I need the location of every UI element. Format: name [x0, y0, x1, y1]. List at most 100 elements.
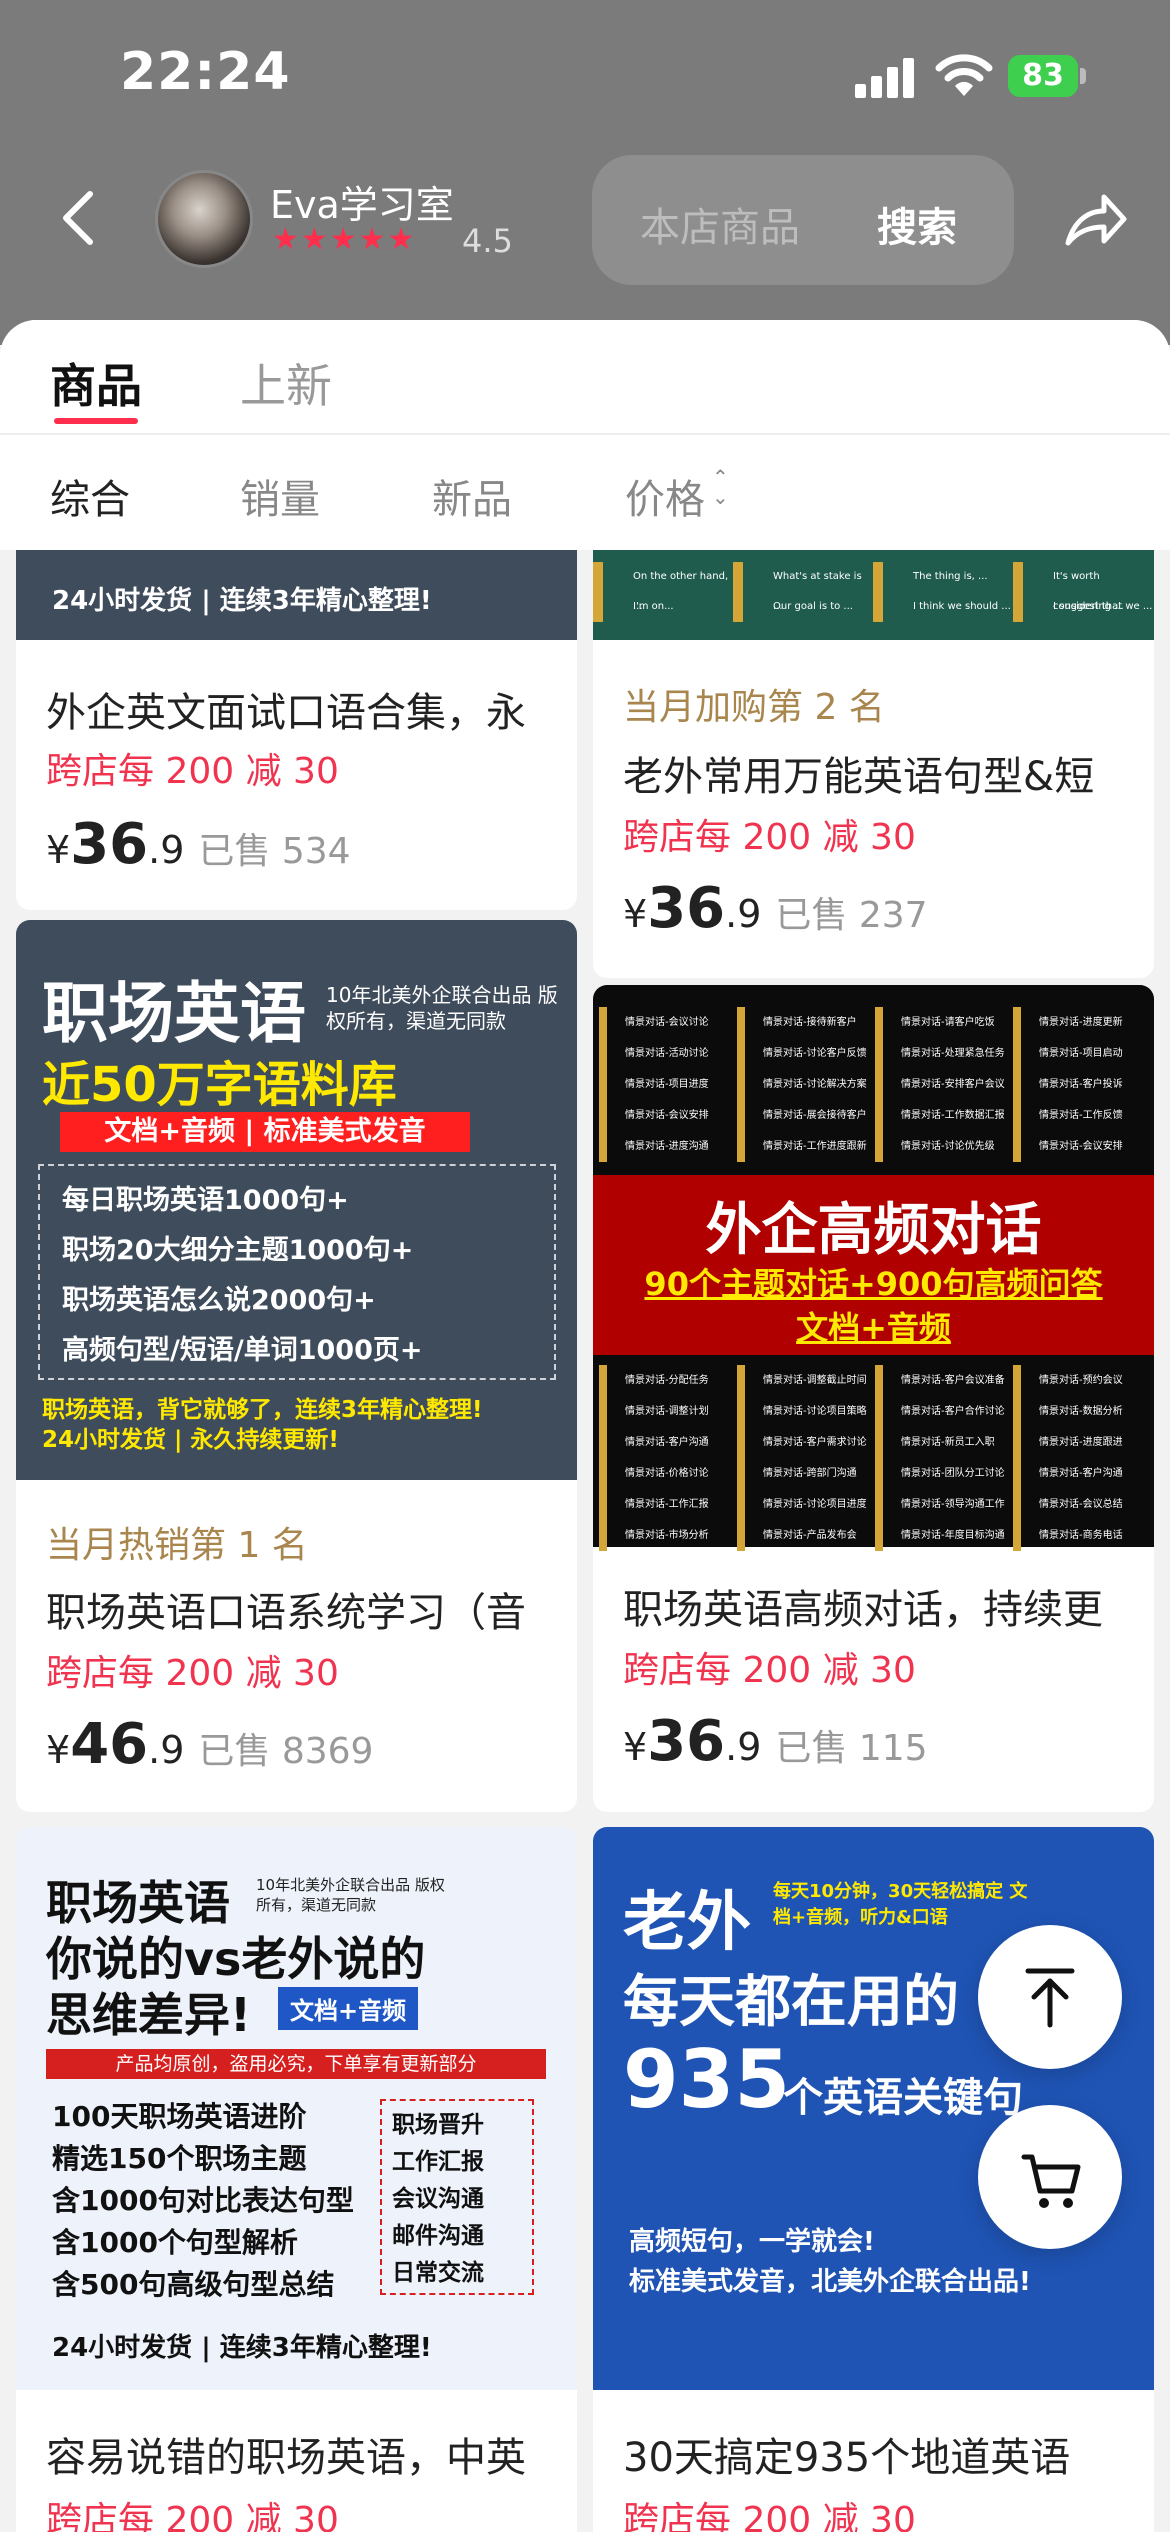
tab-products[interactable]: 商品 — [50, 350, 142, 424]
product-image[interactable]: 职场英语 10年北美外企联合出品 版权所有，渠道无同款 你说的vs老外说的 思维… — [16, 1827, 577, 2390]
sold-count: 已售 534 — [198, 831, 351, 872]
sort-arrows-icon[interactable]: ⌃ ⌄ — [712, 467, 729, 507]
home-indicator — [382, 2512, 787, 2524]
image-line: 100天职场英语进阶 — [52, 2100, 307, 2133]
topic-chip: 情景对话-活动讨论 — [599, 1038, 737, 1069]
topic-chip: 情景对话-客户沟通 — [1013, 1458, 1151, 1489]
image-checklist: 职场晋升 工作汇报 会议沟通 邮件沟通 日常交流 — [380, 2099, 534, 2295]
topic-chip: 情景对话-项目进度 — [599, 1069, 737, 1100]
sort-newest[interactable]: 新品 — [432, 467, 512, 525]
product-card[interactable]: 职场英语 10年北美外企联合出品 版权所有，渠道无同款 你说的vs老外说的 思维… — [16, 1827, 577, 2532]
back-icon[interactable] — [58, 188, 98, 248]
price-int: 36 — [647, 1709, 726, 1774]
promo-text: 跨店每 200 减 30 — [46, 751, 339, 792]
image-feature-box: 每日职场英语1000句+ 职场20大细分主题1000句+ 职场英语怎么说2000… — [38, 1164, 556, 1380]
search-placeholder[interactable]: 本店商品 — [640, 195, 800, 253]
search-box[interactable]: 本店商品 搜索 — [592, 155, 1014, 285]
topic-chip: 情景对话-讨论优先级 — [875, 1131, 1013, 1162]
product-card[interactable]: 情景对话-会议讨论 情景对话-接待新客户 情景对话-请客户吃饭 情景对话-进度更新 情景… — [593, 985, 1154, 1812]
topic-chip: 情景对话-工作汇报 — [599, 1489, 737, 1520]
feature-item: 职场英语怎么说2000句+ — [62, 1285, 376, 1316]
status-time: 22:24 — [120, 42, 291, 102]
product-image[interactable]: 24小时发货 | 连续3年精心整理! — [16, 550, 577, 640]
topic-chip: 情景对话-会议安排 — [599, 1100, 737, 1131]
product-card[interactable]: 职场英语 10年北美外企联合出品 版权所有，渠道无同款 近50万字语料库 文档+… — [16, 920, 577, 1812]
tab-bar: 商品 上新 — [0, 320, 1170, 435]
product-title[interactable]: 职场英语高频对话，持续更 — [623, 1577, 1134, 1635]
topic-chip: 情景对话-会议总结 — [1013, 1489, 1151, 1520]
product-title[interactable]: 职场英语口语系统学习（音 — [46, 1580, 557, 1638]
topic-chip: 情景对话-安排客户会议 — [875, 1069, 1013, 1100]
image-subheading: 90个主题对话+900句高频问答 — [644, 1265, 1103, 1303]
sold-count: 已售 237 — [775, 895, 928, 936]
rank-badge: 当月加购第 2 名 — [623, 687, 885, 728]
feature-item: 职场20大细分主题1000句+ — [62, 1235, 414, 1266]
product-card[interactable]: On the other hand, ... What's at stake i… — [593, 550, 1154, 978]
product-image[interactable]: On the other hand, ... What's at stake i… — [593, 550, 1154, 640]
feature-item: 每日职场英语1000句+ — [62, 1185, 349, 1216]
topic-chip: 情景对话-展会接待客户 — [737, 1100, 875, 1131]
search-button[interactable]: 搜索 — [877, 195, 957, 253]
product-title[interactable]: 容易说错的职场英语，中英 — [46, 2425, 557, 2483]
sold-count: 已售 8369 — [198, 1731, 374, 1772]
image-line: 含1000个句型解析 — [52, 2226, 298, 2259]
product-card[interactable]: 24小时发货 | 连续3年精心整理! 外企英文面试口语合集，永 跨店每 200 … — [16, 550, 577, 910]
share-icon[interactable] — [1060, 185, 1130, 255]
image-footer: 职场英语，背它就够了，连续3年精心整理! — [42, 1397, 483, 1423]
topic-chip: 情景对话-进度更新 — [1013, 1007, 1151, 1038]
currency: ¥ — [46, 828, 71, 872]
cart-button[interactable] — [978, 2105, 1122, 2249]
product-title[interactable]: 30天搞定935个地道英语 — [623, 2425, 1134, 2483]
topic-chip: 情景对话-工作反馈 — [1013, 1100, 1151, 1131]
image-line: 含1000句对比表达句型 — [52, 2184, 354, 2217]
topic-chip: 情景对话-领导沟通工作 — [875, 1489, 1013, 1520]
image-caption: 标准美式发音，北美外企联合出品! — [629, 2267, 1031, 2297]
shop-name[interactable]: Eva学习室 — [270, 174, 454, 229]
image-note: 10年北美外企联合出品 版权所有，渠道无同款 — [326, 983, 558, 1033]
phrase-chip: What's at stake is ... — [733, 562, 873, 612]
promo-text: 跨店每 200 减 30 — [623, 817, 916, 858]
rating-stars: ★★★★★ — [272, 222, 417, 257]
topic-chip: 情景对话-进度跟进 — [1013, 1427, 1151, 1458]
sort-comprehensive[interactable]: 综合 — [50, 467, 130, 525]
check-item: 职场晋升 — [392, 2112, 484, 2138]
price-dec: .9 — [725, 1725, 762, 1769]
product-title[interactable]: 外企英文面试口语合集，永 — [46, 680, 557, 738]
topic-chip: 情景对话-客户需求讨论 — [737, 1427, 875, 1458]
sold-count: 已售 115 — [775, 1728, 928, 1769]
phrase-chip: It's worth considering ... — [1013, 562, 1153, 612]
topic-chips-top: 情景对话-会议讨论 情景对话-接待新客户 情景对话-请客户吃饭 情景对话-进度更新 情景… — [599, 1007, 1151, 1162]
tab-new-arrivals[interactable]: 上新 — [240, 350, 332, 416]
product-image[interactable]: 职场英语 10年北美外企联合出品 版权所有，渠道无同款 近50万字语料库 文档+… — [16, 920, 577, 1480]
product-image[interactable]: 情景对话-会议讨论 情景对话-接待新客户 情景对话-请客户吃饭 情景对话-进度更新 情景… — [593, 985, 1154, 1551]
topic-chip: 情景对话-客户合作讨论 — [875, 1396, 1013, 1427]
topic-chip: 情景对话-市场分析 — [599, 1520, 737, 1551]
topic-chip: 情景对话-数据分析 — [1013, 1396, 1151, 1427]
check-item: 会议沟通 — [392, 2186, 484, 2212]
image-note: 10年北美外企联合出品 版权所有，渠道无同款 — [256, 1876, 445, 1914]
currency: ¥ — [46, 1728, 71, 1772]
check-item: 日常交流 — [392, 2260, 484, 2286]
sort-price[interactable]: 价格 — [625, 467, 705, 525]
signal-icon — [855, 56, 915, 98]
currency: ¥ — [623, 892, 648, 936]
sort-sales[interactable]: 销量 — [240, 467, 320, 525]
image-bar: 产品均原创，盗用必究，下单享有更新部分 — [46, 2049, 546, 2079]
topic-chip: 情景对话-讨论客户反馈 — [737, 1038, 875, 1069]
back-to-top-button[interactable] — [978, 1925, 1122, 2069]
price-row: ¥46.9 已售 8369 — [46, 1712, 557, 1777]
phrase-chip: I think we should ... — [873, 592, 1013, 622]
arrow-up-icon — [1025, 1968, 1075, 2028]
topic-chip: 情景对话-分配任务 — [599, 1365, 737, 1396]
shop-avatar[interactable] — [155, 170, 253, 268]
price-dec: .9 — [725, 892, 762, 936]
rating-value: 4.5 — [462, 222, 513, 260]
product-title[interactable]: 老外常用万能英语句型&短 — [623, 744, 1134, 802]
check-item: 邮件沟通 — [392, 2223, 484, 2249]
price-row: ¥36.9 已售 115 — [623, 1709, 1134, 1774]
topic-chip: 情景对话-接待新客户 — [737, 1007, 875, 1038]
promo-text: 跨店每 200 减 30 — [623, 1650, 916, 1691]
topic-chip: 情景对话-客户沟通 — [599, 1427, 737, 1458]
wifi-icon — [935, 54, 993, 96]
price-int: 36 — [647, 876, 726, 941]
